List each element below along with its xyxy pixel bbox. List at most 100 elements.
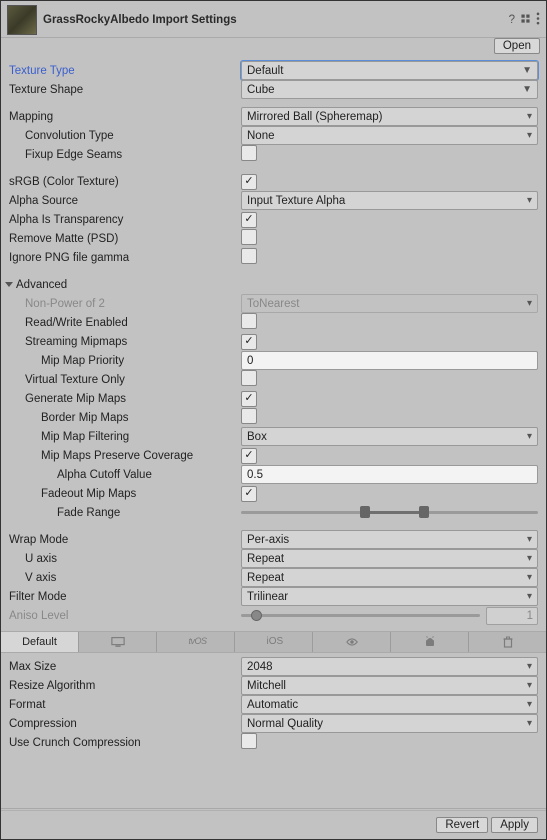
checkbox-streaming[interactable]: ✓ [241, 334, 257, 350]
chevron-down-icon: ▾ [527, 130, 532, 141]
checkbox-fadeout[interactable]: ✓ [241, 486, 257, 502]
label-u-axis: U axis [9, 553, 241, 565]
chevron-down-icon: ▾ [527, 553, 532, 564]
label-format: Format [9, 699, 241, 711]
checkbox-rw[interactable] [241, 313, 257, 329]
chevron-down-icon: ▾ [527, 298, 532, 309]
chevron-down-icon: ▾ [527, 661, 532, 672]
tvos-icon: tvOS [189, 636, 203, 648]
dropdown-np2: ToNearest ▾ [241, 294, 538, 313]
inspector-title: GrassRockyAlbedo Import Settings [43, 14, 503, 26]
label-streaming: Streaming Mipmaps [9, 336, 241, 348]
ios-icon: iOS [267, 636, 281, 648]
dropdown-u-axis[interactable]: Repeat▾ [241, 549, 538, 568]
label-aniso: Aniso Level [9, 610, 241, 622]
dropdown-compression[interactable]: Normal Quality ▾ [241, 714, 538, 733]
slider-aniso[interactable] [241, 614, 480, 617]
label-preserve-cov: Mip Maps Preserve Coverage [9, 450, 241, 462]
chevron-down-icon: ▾ [527, 111, 532, 122]
chevron-down-icon: ▾ [527, 680, 532, 691]
label-border-mips: Border Mip Maps [9, 412, 241, 424]
label-mapping: Mapping [9, 111, 241, 123]
revert-button[interactable]: Revert [436, 817, 488, 833]
dropdown-filter-mode[interactable]: Trilinear ▾ [241, 587, 538, 606]
input-mip-priority-value: 0 [247, 355, 253, 367]
label-filter-mode: Filter Mode [9, 591, 241, 603]
checkbox-border-mips[interactable] [241, 408, 257, 424]
dropdown-texture-type[interactable]: Default ▼ [241, 61, 538, 80]
dropdown-convolution[interactable]: None ▾ [241, 126, 538, 145]
checkbox-alpha-transparency[interactable]: ✓ [241, 212, 257, 228]
tab-uwp[interactable] [469, 632, 546, 652]
help-icon[interactable]: ? [509, 14, 515, 26]
dropdown-resize-algo[interactable]: Mitchell▾ [241, 676, 538, 695]
chevron-down-icon: ▾ [527, 718, 532, 729]
label-texture-shape: Texture Shape [9, 84, 241, 96]
dropdown-filter-mode-value: Trilinear [247, 591, 288, 603]
dropdown-texture-shape[interactable]: Cube ▼ [241, 80, 538, 99]
tab-tvos[interactable]: tvOS [157, 632, 235, 652]
tab-pc[interactable] [79, 632, 157, 652]
dropdown-texture-shape-value: Cube [247, 84, 275, 96]
input-alpha-cutoff[interactable]: 0.5 [241, 465, 538, 484]
input-mip-priority[interactable]: 0 [241, 351, 538, 370]
chevron-down-icon: ▾ [527, 534, 532, 545]
label-gen-mips: Generate Mip Maps [9, 393, 241, 405]
tab-ios[interactable]: iOS [235, 632, 313, 652]
label-crunch: Use Crunch Compression [9, 737, 241, 749]
dropdown-mip-filter-value: Box [247, 431, 267, 443]
open-button[interactable]: Open [494, 38, 540, 54]
dropdown-wrap-mode[interactable]: Per-axis ▾ [241, 530, 538, 549]
presets-icon[interactable] [519, 12, 532, 28]
dropdown-max-size[interactable]: 2048 ▾ [241, 657, 538, 676]
dropdown-format[interactable]: Automatic▾ [241, 695, 538, 714]
label-alpha-transparency: Alpha Is Transparency [9, 214, 241, 226]
label-wrap-mode: Wrap Mode [9, 534, 241, 546]
label-vt-only: Virtual Texture Only [9, 374, 241, 386]
checkbox-ignore-png[interactable] [241, 248, 257, 264]
dropdown-mip-filter[interactable]: Box ▾ [241, 427, 538, 446]
dropdown-convolution-value: None [247, 130, 275, 142]
label-convolution: Convolution Type [9, 130, 241, 142]
inspector-window: GrassRockyAlbedo Import Settings ? Open … [0, 0, 547, 840]
dropdown-compression-value: Normal Quality [247, 718, 323, 730]
foldout-advanced[interactable]: Advanced [9, 275, 538, 294]
menu-icon[interactable] [536, 12, 540, 28]
trash-icon [501, 636, 515, 648]
chevron-down-icon: ▾ [527, 195, 532, 206]
checkbox-gen-mips[interactable]: ✓ [241, 391, 257, 407]
label-np2: Non-Power of 2 [9, 298, 241, 310]
dropdown-mapping[interactable]: Mirrored Ball (Spheremap) ▾ [241, 107, 538, 126]
tab-android[interactable] [391, 632, 469, 652]
dropdown-max-size-value: 2048 [247, 661, 273, 673]
dropdown-v-axis[interactable]: Repeat ▾ [241, 568, 538, 587]
label-fadeout: Fadeout Mip Maps [9, 488, 241, 500]
asset-thumbnail [7, 5, 37, 35]
dropdown-alpha-source[interactable]: Input Texture Alpha ▾ [241, 191, 538, 210]
chevron-down-icon: ▾ [527, 699, 532, 710]
tab-default[interactable]: Default [1, 632, 79, 652]
checkbox-srgb[interactable]: ✓ [241, 174, 257, 190]
label-mip-priority: Mip Map Priority [9, 355, 241, 367]
dropdown-np2-value: ToNearest [247, 298, 299, 310]
input-aniso-value[interactable]: 1 [486, 607, 538, 625]
checkbox-remove-matte[interactable] [241, 229, 257, 245]
chevron-down-icon: ▾ [527, 572, 532, 583]
checkbox-preserve-cov[interactable]: ✓ [241, 448, 257, 464]
checkbox-fixup[interactable] [241, 145, 257, 161]
label-alpha-cutoff: Alpha Cutoff Value [9, 469, 241, 481]
android-icon [423, 636, 437, 648]
tab-webgl[interactable] [313, 632, 391, 652]
label-alpha-source: Alpha Source [9, 195, 241, 207]
chevron-down-icon: ▾ [527, 431, 532, 442]
label-rw: Read/Write Enabled [9, 317, 241, 329]
apply-button[interactable]: Apply [491, 817, 538, 833]
slider-fade-range[interactable] [241, 504, 538, 521]
checkbox-crunch[interactable] [241, 733, 257, 749]
dropdown-wrap-mode-value: Per-axis [247, 534, 289, 546]
label-fade-range: Fade Range [9, 507, 241, 519]
dropdown-v-axis-value: Repeat [247, 572, 284, 584]
chevron-down-icon: ▾ [527, 591, 532, 602]
checkbox-vt-only[interactable] [241, 370, 257, 386]
dropdown-alpha-source-value: Input Texture Alpha [247, 195, 345, 207]
